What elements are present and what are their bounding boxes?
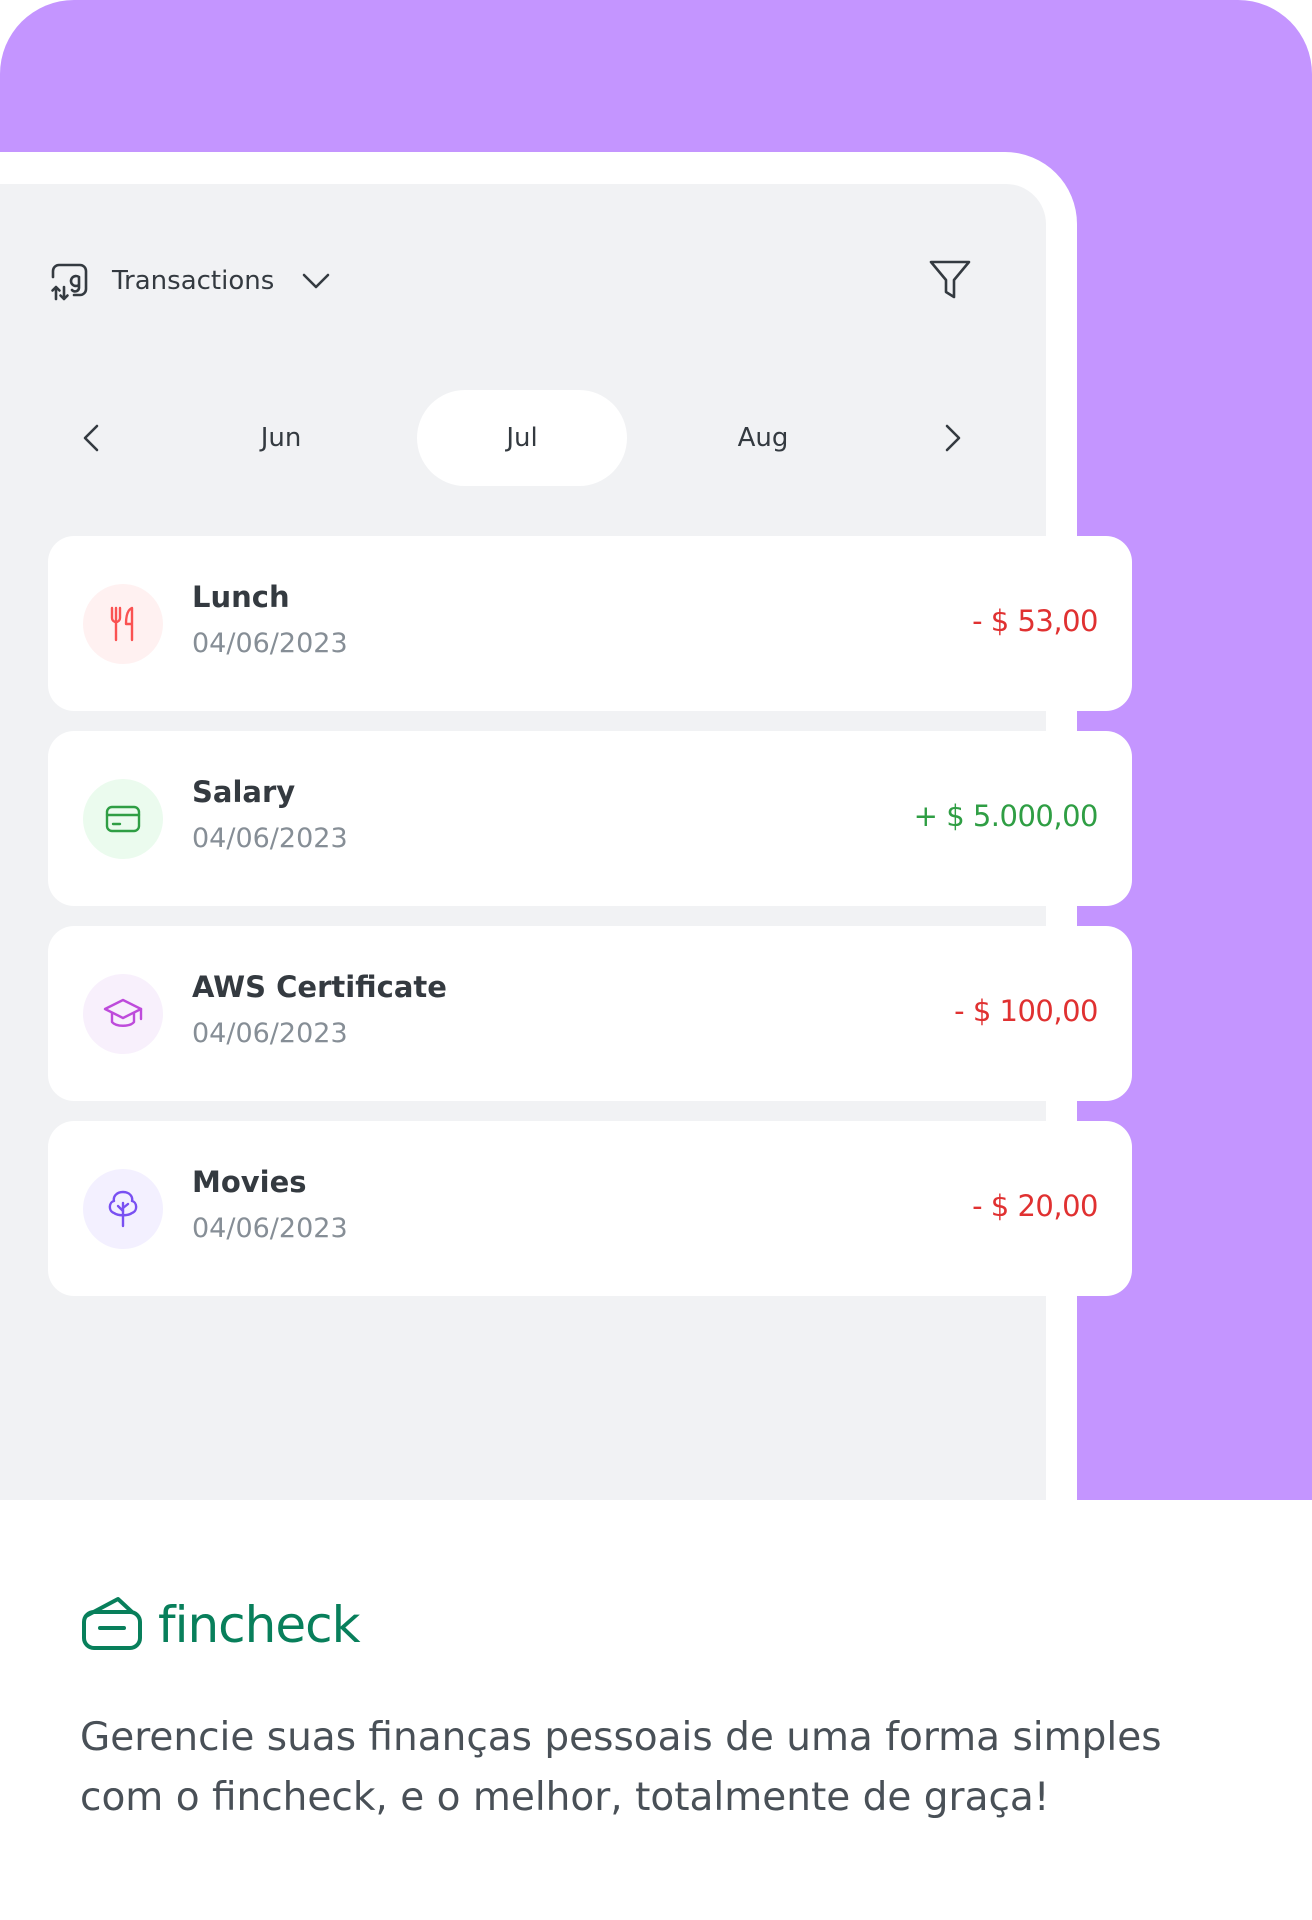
transaction-amount: + $ 5.000,00 [913,799,1099,833]
chevron-down-icon[interactable] [300,265,332,297]
month-aug[interactable]: Aug [658,390,868,486]
transaction-name: Movies [192,1165,307,1199]
transaction-name: Salary [192,775,296,809]
transaction-amount: - $ 20,00 [972,1189,1098,1223]
filter-icon [927,257,973,307]
transactions-type-selector[interactable]: Transactions [48,254,332,308]
tagline: Gerencie suas finanças pessoais de uma f… [80,1715,1162,1820]
chevron-left-icon [77,423,107,457]
next-month-button[interactable] [926,414,978,466]
wallet-logo-icon [80,1594,144,1656]
transaction-amount: - $ 100,00 [954,994,1098,1028]
month-navigation: Jun Jul Aug [0,390,1060,490]
transaction-date: 04/06/2023 [192,1018,348,1049]
month-jul-selected[interactable]: Jul [417,390,627,486]
transactions-icon [48,259,92,303]
utensils-icon [83,584,163,664]
brand-name: fincheck [158,1596,361,1654]
transaction-name: AWS Certificate [192,970,447,1004]
graduation-cap-icon [83,974,163,1054]
transaction-list: Lunch 04/06/2023 - $ 53,00 Salary 04/06/… [48,536,1132,1316]
transaction-date: 04/06/2023 [192,1213,348,1244]
credit-card-icon [83,779,163,859]
month-jun[interactable]: Jun [176,390,386,486]
previous-month-button[interactable] [66,414,118,466]
chevron-right-icon [937,423,967,457]
transaction-date: 04/06/2023 [192,823,348,854]
transaction-card-salary[interactable]: Salary 04/06/2023 + $ 5.000,00 [48,731,1132,906]
filter-button[interactable] [922,254,978,310]
transaction-amount: - $ 53,00 [972,604,1098,638]
transaction-card-movies[interactable]: Movies 04/06/2023 - $ 20,00 [48,1121,1132,1296]
transaction-card-lunch[interactable]: Lunch 04/06/2023 - $ 53,00 [48,536,1132,711]
brand-logo: fincheck [80,1594,361,1656]
transaction-card-aws-certificate[interactable]: AWS Certificate 04/06/2023 - $ 100,00 [48,926,1132,1101]
transaction-date: 04/06/2023 [192,628,348,659]
tree-icon [83,1169,163,1249]
transaction-name: Lunch [192,580,290,614]
transactions-label: Transactions [112,266,275,296]
